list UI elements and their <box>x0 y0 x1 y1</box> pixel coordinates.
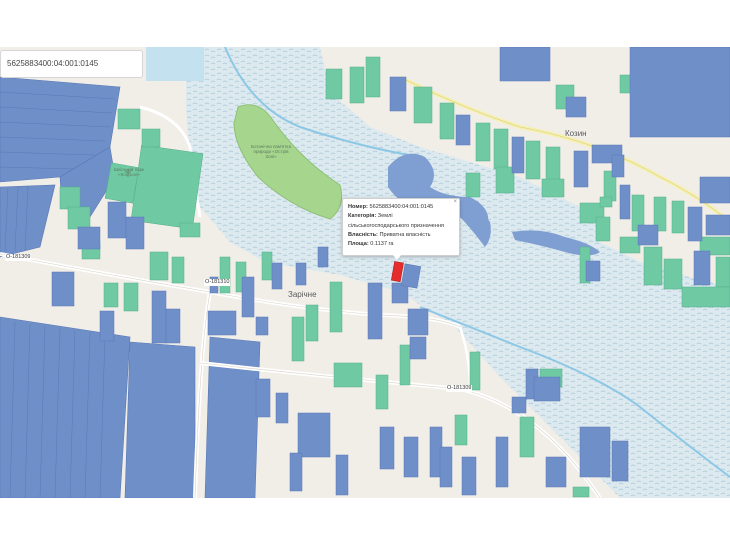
popup-area-label: Площа: <box>348 241 369 248</box>
search-input[interactable] <box>0 50 143 78</box>
popup-row-area: Площа: 0.1137 га <box>348 240 453 249</box>
road-label-3: О-181309 <box>446 385 473 392</box>
popup-number-label: Номер: <box>348 204 368 210</box>
road-label-1: О-181309 <box>5 254 32 261</box>
popup-category-value-1: Землі <box>377 213 393 220</box>
place-label-kozyn: Козин <box>565 129 587 138</box>
map-svg[interactable] <box>0 47 730 498</box>
popup-row-category: Категорія: Землі <box>348 212 453 221</box>
parcel-info-popup: × Номер: 5625883400:04:001:0145 Категорі… <box>342 198 460 260</box>
popup-category-value-2: сільськогосподарського призначення <box>348 222 444 229</box>
poi-label-park: Ботанічна пам'ятка природи «Острів Зоні» <box>251 144 291 159</box>
popup-ownership-label: Власність: <box>348 231 378 238</box>
popup-row-category-2: сільськогосподарського призначення <box>348 222 453 231</box>
poi-label-church: Шкільний парк «Костьол» <box>113 167 145 177</box>
popup-row-number: Номер: 5625883400:04:001:0145 <box>348 203 453 212</box>
popup-category-label: Категорія: <box>348 213 377 220</box>
popup-ownership-value: Приватна власність <box>379 231 431 238</box>
popup-row-ownership: Власність: Приватна власність <box>348 231 453 240</box>
close-icon[interactable]: × <box>453 199 457 206</box>
place-label-zarichne: Зарічне <box>288 290 317 299</box>
neighbor-parcel <box>400 263 422 289</box>
road-label-2: О-181310 <box>204 279 231 286</box>
popup-area-value: 0.1137 га <box>370 241 394 248</box>
map-canvas[interactable]: О-181309 О-181310 О-181309 Козин Зарічне… <box>0 47 730 498</box>
page: О-181309 О-181310 О-181309 Козин Зарічне… <box>0 0 730 547</box>
popup-number-value: 5625883400:04:001:0145 <box>369 204 434 210</box>
